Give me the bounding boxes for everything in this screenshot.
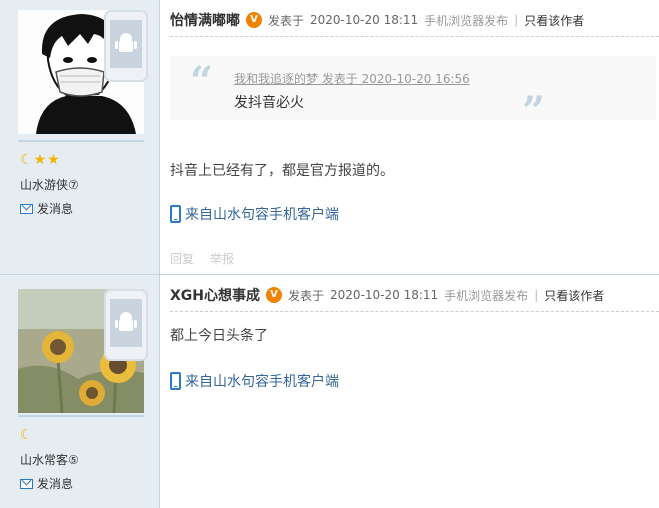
author-name[interactable]: 怡情满嘟嘟 [170,10,240,30]
separator: | [514,13,519,27]
quote-close-icon: ” [522,88,546,135]
mail-icon [20,203,33,214]
divider [170,36,659,37]
posted-label: 发表于 [268,13,305,28]
mobile-device-icon [104,289,148,361]
post-body: 怡情满嘟嘟 V 发表于 2020-10-20 18:11 手机浏览器发布 | 只… [160,0,659,274]
separator: | [534,288,539,302]
author-sidebar: ☾ ★ ★ 山水游侠⑦ 发消息 [0,0,160,274]
post-time: 2020-10-20 18:11 [330,288,439,302]
post-header: 怡情满嘟嘟 V 发表于 2020-10-20 18:11 手机浏览器发布 | 只… [170,10,584,30]
client-link[interactable]: 来自山水句容手机客户端 [170,371,339,391]
author-name[interactable]: XGH心想事成 [170,285,260,305]
send-message-button[interactable]: 发消息 [20,475,73,492]
avatar[interactable] [18,10,148,142]
star-icon: ★ [33,152,47,168]
reply-button[interactable]: 回复 [170,250,194,267]
only-author-link[interactable]: 只看该作者 [544,287,604,304]
mail-icon [20,478,33,489]
rank-icons: ☾ ★ ★ [20,152,60,168]
post-body: XGH心想事成 V 发表于 2020-10-20 18:11 手机浏览器发布 |… [160,275,659,508]
rank-icons: ☾ [20,427,33,443]
quote-block: “ ” 我和我追逐的梦 发表于 2020-10-20 16:56 发抖音必火 [170,56,656,132]
post-content: 都上今日头条了 [170,328,268,344]
quote-text: 发抖音必火 [234,95,304,111]
mobile-icon [170,205,181,223]
verified-badge-icon: V [266,287,283,303]
posted-label: 发表于 [288,288,325,303]
moon-icon: ☾ [20,427,33,443]
post-actions: 回复 举报 [170,250,234,267]
post-header: XGH心想事成 V 发表于 2020-10-20 18:11 手机浏览器发布 |… [170,285,604,305]
client-link[interactable]: 来自山水句容手机客户端 [170,204,339,224]
moon-icon: ☾ [20,152,33,168]
star-icon: ★ [47,152,60,168]
user-group-title[interactable]: 山水游侠⑦ [20,176,79,193]
mobile-icon [170,372,181,390]
post-content: 抖音上已经有了，都是官方报道的。 [170,163,394,179]
quote-open-icon: “ [190,58,214,105]
send-message-label: 发消息 [37,202,74,216]
author-sidebar: ☾ 山水常客⑤ 发消息 [0,275,160,508]
only-author-link[interactable]: 只看该作者 [524,12,584,29]
post-time: 2020-10-20 18:11 [310,13,419,27]
post-via: 手机浏览器发布 [424,13,509,28]
verified-badge-icon: V [246,12,262,28]
post-via: 手机浏览器发布 [444,288,529,303]
send-message-button[interactable]: 发消息 [20,200,73,217]
client-link-label: 来自山水句容手机客户端 [185,207,339,223]
avatar[interactable] [18,289,148,417]
user-group-title[interactable]: 山水常客⑤ [20,451,79,468]
divider [170,311,659,312]
report-button[interactable]: 举报 [210,250,234,267]
send-message-label: 发消息 [37,477,74,491]
mobile-device-icon [104,10,148,82]
post: ☾ 山水常客⑤ 发消息 XGH心想事成 V 发表于 2020-10-20 18:… [0,274,659,508]
post: ☾ ★ ★ 山水游侠⑦ 发消息 怡情满嘟嘟 V 发表于 2020-10-20 1… [0,0,659,274]
quote-meta-link[interactable]: 我和我追逐的梦 发表于 2020-10-20 16:56 [234,70,470,87]
client-link-label: 来自山水句容手机客户端 [185,374,339,390]
